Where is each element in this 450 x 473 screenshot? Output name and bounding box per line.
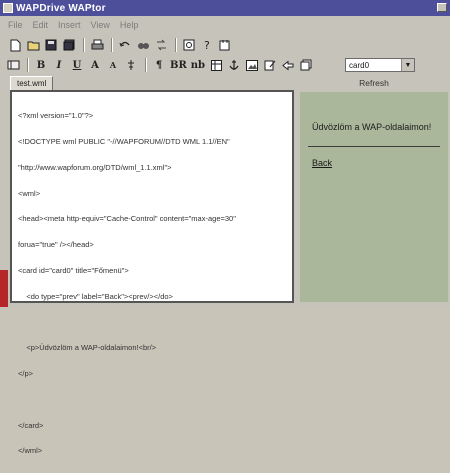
font-size-up-button[interactable]: A [88,58,102,72]
refresh-button[interactable]: Refresh [300,78,448,92]
menu-edit[interactable]: Edit [33,20,49,30]
new-file-icon[interactable] [8,38,22,52]
app-icon [3,3,13,13]
code-line: "http://www.wapforum.org/DTD/wml_1.1.xml… [18,162,172,172]
nbsp-button[interactable]: nb [191,58,205,72]
toolbar-separator [145,58,147,72]
title-bar: WAPDrive WAPtor [0,0,450,16]
save-all-icon[interactable] [62,38,76,52]
paragraph-button[interactable]: ¶ [152,58,166,72]
toolbar-separator [83,38,85,52]
save-icon[interactable] [44,38,58,52]
preview-divider [308,146,440,147]
underline-button[interactable]: U [70,58,84,72]
code-line: <do type="prev" label="Back"><prev/></do… [18,291,173,301]
card-list-icon[interactable] [299,58,313,72]
code-line: </p> [18,369,34,378]
table-icon[interactable] [209,58,223,72]
align-icon[interactable] [124,58,138,72]
menu-bar: File Edit Insert View Help [0,16,450,33]
italic-button[interactable]: I [52,58,66,72]
main-toolbar: ? [0,36,450,54]
bold-button[interactable]: B [34,58,48,72]
code-text: <?xml version="1.0"?> <!DOCTYPE wml PUBL… [18,95,290,473]
code-line: </wml> [18,446,43,456]
print-icon[interactable] [90,38,104,52]
preview-back-link[interactable]: Back [312,158,332,168]
menu-file[interactable]: File [8,20,23,30]
cut-icon[interactable] [6,58,20,72]
toolbar-separator [27,58,29,72]
preview-text: Üdvözlöm a WAP-oldalaimon! [312,122,432,132]
code-line: <?xml version="1.0"?> [18,111,94,121]
replace-icon[interactable] [154,38,168,52]
toolbar-separator [111,38,113,52]
help-icon[interactable]: ? [200,38,214,52]
minimize-button[interactable] [437,3,447,12]
menu-help[interactable]: Help [120,20,139,30]
open-folder-icon[interactable] [26,38,40,52]
card-select[interactable]: card0 ▼ [345,58,415,72]
font-size-down-button[interactable]: A [106,58,120,72]
anchor-icon[interactable] [227,58,241,72]
code-line: <p>Üdvözlöm a WAP-oldalaimon!<br/> [18,343,157,353]
back-arrow-icon[interactable] [281,58,295,72]
code-line: <head><meta http-equiv="Cache-Control" c… [18,214,236,224]
image-icon[interactable] [245,58,259,72]
decorative-edge [0,270,8,307]
undo-icon[interactable] [118,38,132,52]
preview-icon[interactable] [182,38,196,52]
document-tabs: test.wml [10,76,54,90]
menu-view[interactable]: View [91,20,110,30]
code-line: forua="true" /></head> [18,240,94,250]
window-title: WAPDrive WAPtor [16,2,106,14]
code-line: <!DOCTYPE wml PUBLIC "-//WAPFORUM//DTD W… [18,136,230,146]
app-window: WAPDrive WAPtor File Edit Insert View He… [0,0,450,455]
code-line: <wml> [18,188,41,198]
code-line: </card> [18,420,44,430]
code-editor[interactable]: <?xml version="1.0"?> <!DOCTYPE wml PUBL… [10,90,294,455]
code-line: <card id="card0" title="Főmenü"> [18,265,129,275]
find-icon[interactable] [136,38,150,52]
edit-card-icon[interactable] [263,58,277,72]
toolbar-separator [175,38,177,52]
card-select-value: card0 [349,60,370,70]
line-break-button[interactable]: BR [170,58,187,72]
wap-preview-pane: Üdvözlöm a WAP-oldalaimon! Back [300,92,448,302]
chevron-down-icon[interactable]: ▼ [401,59,414,71]
menu-insert[interactable]: Insert [58,20,81,30]
svg-text:?: ? [204,39,210,51]
run-icon[interactable] [218,38,232,52]
tab-test-wml[interactable]: test.wml [10,76,54,90]
